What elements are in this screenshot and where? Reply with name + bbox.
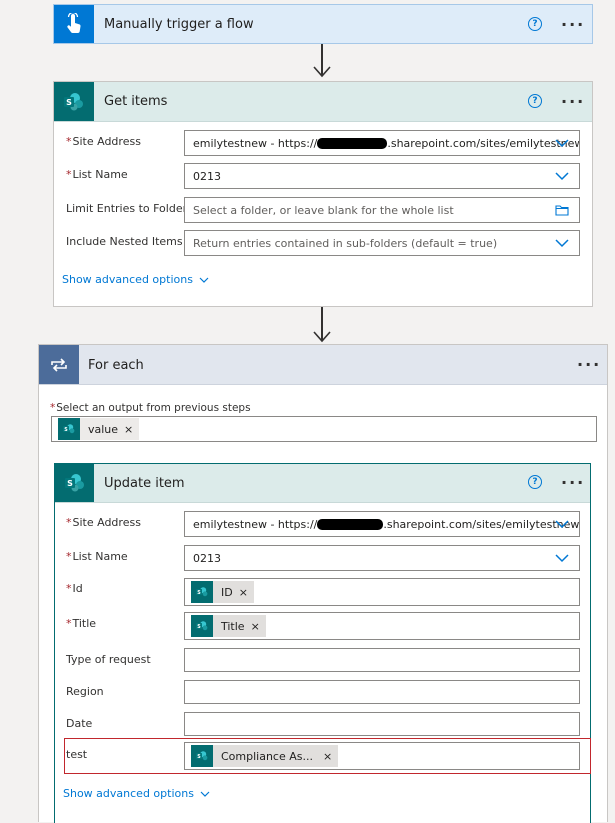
- update-item-help-icon[interactable]: ?: [528, 475, 542, 489]
- type-of-request-label: Type of request: [66, 653, 151, 666]
- site-address-dropdown[interactable]: emilytestnew - https://.sharepoint.com/s…: [184, 130, 580, 156]
- nested-items-dropdown[interactable]: Return entries contained in sub-folders …: [184, 230, 580, 256]
- sharepoint-icon: S: [64, 474, 84, 492]
- list-name-value: 0213: [193, 169, 221, 183]
- chevron-down-icon: [199, 277, 209, 283]
- required-marker: *: [66, 516, 72, 529]
- svg-text:S: S: [64, 427, 68, 433]
- list-name-label: *List Name: [66, 550, 128, 563]
- required-marker: *: [66, 550, 72, 563]
- get-items-icon-box: S: [54, 82, 94, 121]
- svg-text:S: S: [197, 590, 201, 596]
- title-label: *Title: [66, 617, 97, 630]
- test-input[interactable]: S Compliance As... ×: [184, 742, 580, 770]
- date-input[interactable]: [184, 712, 580, 736]
- trigger-more-icon[interactable]: ···: [561, 17, 585, 33]
- value-token[interactable]: S value ×: [58, 418, 140, 440]
- id-label: *Id: [66, 582, 83, 595]
- arrow-down-icon: [313, 66, 331, 78]
- site-address-label: *Site Address: [66, 516, 141, 529]
- list-name-value: 0213: [193, 551, 221, 565]
- get-items-help-icon[interactable]: ?: [528, 94, 542, 108]
- required-marker: *: [66, 135, 72, 148]
- update-item-header[interactable]: S Update item ? ···: [55, 464, 590, 503]
- get-items-header[interactable]: S Get items ? ···: [54, 82, 592, 122]
- site-address-value: emilytestnew - https://.sharepoint.com/s…: [193, 136, 580, 150]
- id-input[interactable]: S ID ×: [184, 578, 580, 606]
- show-advanced-options-link[interactable]: Show advanced options: [62, 273, 209, 286]
- site-address-label: *Site Address: [66, 135, 141, 148]
- chevron-down-icon[interactable]: [555, 169, 569, 183]
- for-each-icon-box: [39, 345, 79, 384]
- chevron-down-icon: [200, 791, 210, 797]
- get-items-card: S Get items ? ··· *Site Address emilytes…: [53, 81, 593, 307]
- trigger-card[interactable]: Manually trigger a flow ? ···: [53, 4, 593, 44]
- sharepoint-icon: S: [191, 615, 213, 637]
- site-address-dropdown[interactable]: emilytestnew - https://.sharepoint.com/s…: [184, 511, 580, 537]
- trigger-help-icon[interactable]: ?: [528, 17, 542, 31]
- remove-token-icon[interactable]: ×: [124, 423, 133, 436]
- svg-text:S: S: [197, 624, 201, 630]
- get-items-more-icon[interactable]: ···: [561, 94, 585, 110]
- redacted-block: [317, 519, 384, 530]
- required-marker: *: [66, 617, 72, 630]
- for-each-title[interactable]: For each: [88, 358, 144, 373]
- chevron-down-icon[interactable]: [555, 136, 569, 150]
- select-output-input[interactable]: S value ×: [51, 416, 597, 442]
- remove-token-icon[interactable]: ×: [251, 620, 260, 633]
- redacted-block: [317, 138, 388, 149]
- trigger-title[interactable]: Manually trigger a flow: [104, 17, 254, 32]
- list-name-dropdown[interactable]: 0213: [184, 545, 580, 571]
- required-marker: *: [50, 402, 56, 414]
- region-label: Region: [66, 685, 104, 698]
- select-output-label: *Select an output from previous steps: [50, 402, 251, 414]
- update-item-icon-box: S: [55, 464, 94, 502]
- site-address-value: emilytestnew - https://.sharepoint.com/s…: [193, 517, 580, 531]
- test-label: test: [66, 748, 88, 761]
- limit-folder-placeholder: Select a folder, or leave blank for the …: [193, 203, 454, 217]
- list-name-label: *List Name: [66, 168, 128, 181]
- title-input[interactable]: S Title ×: [184, 612, 580, 640]
- required-marker: *: [66, 582, 72, 595]
- required-marker: *: [66, 168, 72, 181]
- trigger-icon-box: [54, 5, 94, 43]
- sharepoint-icon: S: [58, 418, 80, 440]
- svg-text:S: S: [197, 754, 201, 760]
- update-item-title[interactable]: Update item: [104, 476, 185, 491]
- sharepoint-icon: S: [191, 581, 213, 603]
- nested-items-placeholder: Return entries contained in sub-folders …: [193, 236, 498, 250]
- title-token[interactable]: S Title ×: [191, 615, 266, 637]
- arrow-down-icon: [313, 331, 331, 343]
- for-each-more-icon[interactable]: ···: [577, 357, 601, 373]
- sharepoint-icon: S: [191, 745, 213, 767]
- chevron-down-icon[interactable]: [555, 551, 569, 565]
- region-input[interactable]: [184, 680, 580, 704]
- for-each-card: For each ··· *Select an output from prev…: [38, 344, 608, 823]
- get-items-title[interactable]: Get items: [104, 94, 167, 109]
- svg-text:S: S: [66, 98, 72, 107]
- date-label: Date: [66, 717, 93, 730]
- limit-folder-label: Limit Entries to Folder: [66, 202, 188, 215]
- remove-token-icon[interactable]: ×: [323, 750, 332, 763]
- remove-token-icon[interactable]: ×: [239, 586, 248, 599]
- chevron-down-icon[interactable]: [555, 236, 569, 250]
- type-of-request-input[interactable]: [184, 648, 580, 672]
- nested-items-label: Include Nested Items: [66, 235, 183, 248]
- compliance-token[interactable]: S Compliance As... ×: [191, 745, 339, 767]
- chevron-down-icon[interactable]: [555, 517, 569, 531]
- touch-hand-icon: [67, 13, 81, 34]
- for-each-header[interactable]: For each ···: [39, 345, 607, 385]
- id-token[interactable]: S ID ×: [191, 581, 254, 603]
- update-item-more-icon[interactable]: ···: [561, 475, 585, 491]
- sharepoint-icon: S: [64, 92, 83, 110]
- loop-icon: [51, 357, 67, 372]
- list-name-dropdown[interactable]: 0213: [184, 163, 580, 189]
- svg-text:S: S: [67, 479, 73, 488]
- folder-icon[interactable]: [555, 203, 569, 217]
- limit-folder-input[interactable]: Select a folder, or leave blank for the …: [184, 197, 580, 223]
- update-item-card: S Update item ? ··· *Site Address emilyt…: [54, 463, 591, 823]
- show-advanced-options-link[interactable]: Show advanced options: [63, 787, 210, 800]
